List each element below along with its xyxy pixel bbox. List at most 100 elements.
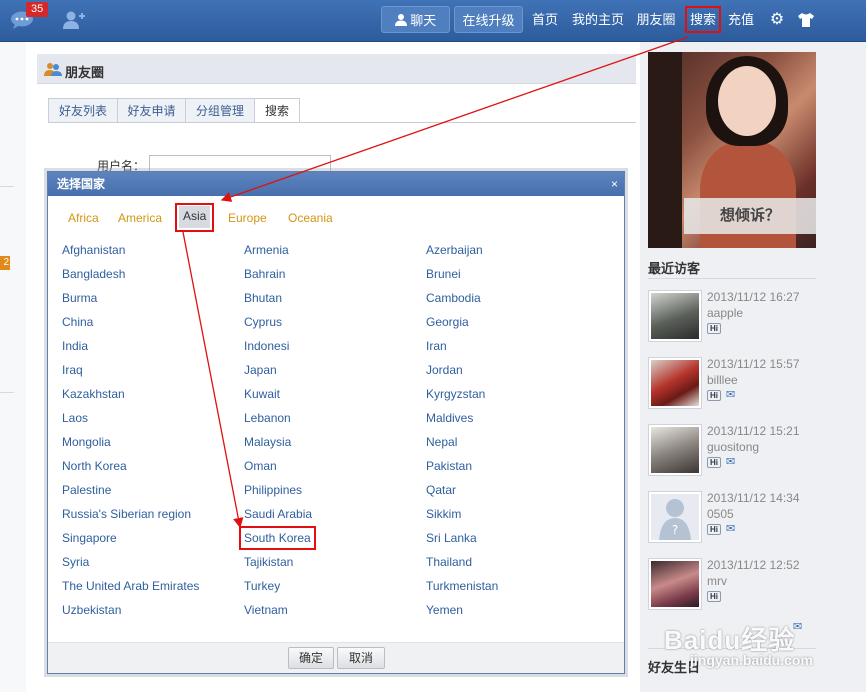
region-asia[interactable]: Asia [174, 203, 215, 232]
country-item[interactable]: Palestine [62, 483, 111, 497]
visitor-name[interactable]: 0505 [707, 507, 734, 521]
country-item[interactable]: Mongolia [62, 435, 111, 449]
visitor-name[interactable]: mrv [707, 574, 727, 588]
region-oceania[interactable]: Oceania [288, 210, 333, 226]
add-friend-icon[interactable] [62, 10, 86, 30]
country-item[interactable]: Iran [426, 339, 447, 353]
visit-time: 2013/11/12 16:27 [707, 290, 800, 304]
gift-icon[interactable]: ✉ [726, 389, 742, 401]
close-icon[interactable]: × [611, 172, 618, 196]
tshirt-icon[interactable] [797, 11, 815, 29]
country-item[interactable]: Maldives [426, 411, 473, 425]
country-item[interactable]: South Korea [239, 526, 316, 550]
region-africa[interactable]: Africa [68, 210, 99, 226]
country-item[interactable]: Malaysia [244, 435, 291, 449]
country-item[interactable]: Bangladesh [62, 267, 125, 281]
user-icon [394, 8, 407, 26]
country-item[interactable]: Tajikistan [244, 555, 293, 569]
avatar[interactable] [648, 558, 702, 610]
visitor-name[interactable]: aapple [707, 306, 743, 320]
country-item[interactable]: Sikkim [426, 507, 461, 521]
message-count-badge: 35 [26, 2, 49, 17]
tab-friend-list[interactable]: 好友列表 [48, 98, 118, 123]
tab-search[interactable]: 搜索 [254, 98, 300, 123]
photo-background [648, 52, 682, 248]
avatar[interactable] [648, 290, 702, 342]
country-item[interactable]: Uzbekistan [62, 603, 121, 617]
country-item[interactable]: Thailand [426, 555, 472, 569]
country-item[interactable]: Kuwait [244, 387, 280, 401]
country-item[interactable]: The United Arab Emirates [62, 579, 199, 593]
nav-home[interactable]: 首页 [529, 6, 561, 33]
country-item[interactable]: North Korea [62, 459, 127, 473]
gear-icon[interactable]: ⚙ [768, 11, 786, 29]
country-item[interactable]: Afghanistan [62, 243, 125, 257]
country-item[interactable]: Kyrgyzstan [426, 387, 485, 401]
country-item[interactable]: Jordan [426, 363, 463, 377]
country-item[interactable]: Russia's Siberian region [62, 507, 191, 521]
country-item[interactable]: Sri Lanka [426, 531, 477, 545]
country-item[interactable]: Kazakhstan [62, 387, 125, 401]
dialog-title: 选择国家 [48, 172, 624, 196]
chat-button[interactable]: 聊天 [381, 6, 450, 33]
avatar[interactable] [648, 424, 702, 476]
country-item[interactable]: Iraq [62, 363, 83, 377]
nav-recharge[interactable]: 充值 [725, 6, 757, 33]
visitor-name[interactable]: guositong [707, 440, 759, 454]
country-item[interactable]: Oman [244, 459, 277, 473]
nav-friends-circle[interactable]: 朋友圈 [634, 6, 678, 33]
gift-icon[interactable]: ✉ [726, 523, 742, 535]
say-hi-icon[interactable]: Hi [707, 591, 721, 602]
visitor-name[interactable]: billlee [707, 373, 738, 387]
nav-search[interactable]: 搜索 [685, 6, 721, 33]
dialog-footer: 确定 取消 [48, 642, 624, 673]
country-item[interactable]: Brunei [426, 267, 461, 281]
confide-button[interactable]: 想倾诉？ [684, 198, 816, 234]
svg-text:?: ? [672, 523, 678, 537]
country-item[interactable]: Singapore [62, 531, 117, 545]
region-america[interactable]: America [118, 210, 162, 226]
country-item[interactable]: Bhutan [244, 291, 282, 305]
country-item[interactable]: Yemen [426, 603, 463, 617]
country-item[interactable]: Japan [244, 363, 277, 377]
country-item[interactable]: Turkey [244, 579, 280, 593]
country-item[interactable]: Georgia [426, 315, 469, 329]
gift-icon[interactable]: ✉ [726, 456, 742, 468]
ok-button[interactable]: 确定 [288, 647, 334, 669]
say-hi-icon[interactable]: Hi [707, 524, 721, 535]
country-item[interactable]: Azerbaijan [426, 243, 483, 257]
country-item[interactable]: Indonesi [244, 339, 289, 353]
country-item[interactable]: Laos [62, 411, 88, 425]
say-hi-icon[interactable]: Hi [707, 457, 721, 468]
say-hi-icon[interactable]: Hi [707, 390, 721, 401]
country-item[interactable]: India [62, 339, 88, 353]
country-item[interactable]: Vietnam [244, 603, 288, 617]
country-item[interactable]: Nepal [426, 435, 457, 449]
featured-photo[interactable]: 想倾诉？ [648, 52, 816, 248]
tab-friend-requests[interactable]: 好友申请 [117, 98, 186, 123]
cancel-button[interactable]: 取消 [337, 647, 385, 669]
avatar[interactable] [648, 357, 702, 409]
say-hi-icon[interactable]: Hi [707, 323, 721, 334]
avatar[interactable]: ? [648, 491, 702, 543]
region-europe[interactable]: Europe [228, 210, 267, 226]
left-column [0, 42, 26, 692]
country-item[interactable]: Qatar [426, 483, 456, 497]
country-item[interactable]: Philippines [244, 483, 302, 497]
upgrade-button[interactable]: 在线升级 [454, 6, 523, 33]
country-item[interactable]: Burma [62, 291, 97, 305]
country-item[interactable]: Armenia [244, 243, 289, 257]
country-item[interactable]: Saudi Arabia [244, 507, 312, 521]
country-item[interactable]: China [62, 315, 93, 329]
country-item[interactable]: Lebanon [244, 411, 291, 425]
country-item[interactable]: Bahrain [244, 267, 285, 281]
more-icon[interactable]: ✉ [793, 620, 815, 633]
country-item[interactable]: Turkmenistan [426, 579, 498, 593]
country-item[interactable]: Cyprus [244, 315, 282, 329]
tab-group-management[interactable]: 分组管理 [185, 98, 255, 123]
nav-my-homepage[interactable]: 我的主页 [569, 6, 627, 33]
country-item[interactable]: Cambodia [426, 291, 481, 305]
country-item[interactable]: Syria [62, 555, 89, 569]
visitors-divider [648, 278, 816, 279]
country-item[interactable]: Pakistan [426, 459, 472, 473]
